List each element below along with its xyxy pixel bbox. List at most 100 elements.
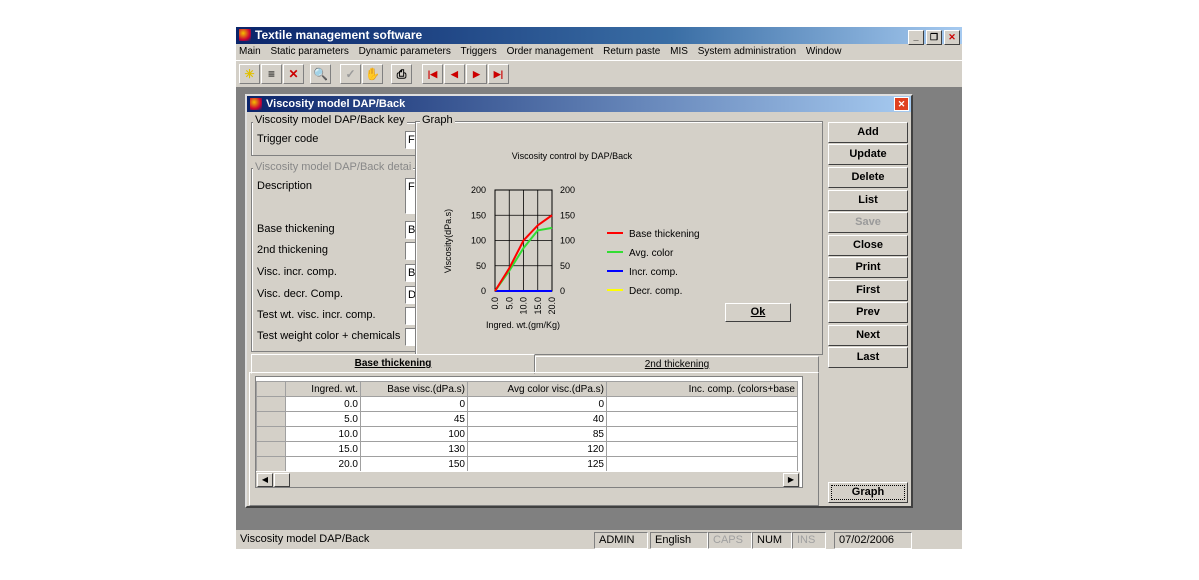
- last-record-icon[interactable]: ▶|: [488, 64, 509, 84]
- cell-base-visc[interactable]: 45: [360, 411, 468, 427]
- preview-icon[interactable]: 🔍: [310, 64, 331, 84]
- tab-base-thickening[interactable]: Base thickening: [251, 354, 535, 374]
- dialog-titlebar: Viscosity model DAP/Back ✕: [247, 96, 911, 112]
- y-tick-label-left: 150: [471, 210, 486, 220]
- y-tick-label-left: 0: [481, 286, 486, 296]
- cell-base-visc[interactable]: 0: [360, 396, 468, 412]
- col-header-ingred-wt[interactable]: Ingred. wt.: [285, 381, 361, 397]
- dialog-close-icon[interactable]: ✕: [894, 97, 909, 111]
- menu-window[interactable]: Window: [806, 46, 842, 57]
- chart-legend: Base thickening Avg. color Incr. comp. Decr…: [607, 229, 700, 297]
- graph-button[interactable]: Graph: [828, 482, 908, 503]
- cell-base-visc[interactable]: 150: [360, 456, 468, 472]
- table-row[interactable]: 20.0 150 125: [256, 456, 798, 472]
- menu-return-paste[interactable]: Return paste: [603, 46, 660, 57]
- add-button[interactable]: Add: [828, 122, 908, 143]
- save-button[interactable]: Save: [828, 212, 908, 233]
- edit-icon[interactable]: ≡: [261, 64, 282, 84]
- print-button[interactable]: Print: [828, 257, 908, 278]
- scroll-right-icon[interactable]: ▶: [783, 473, 799, 487]
- next-button[interactable]: Next: [828, 325, 908, 346]
- menu-main[interactable]: Main: [239, 46, 261, 57]
- test-wt-label: Test wt. visc. incr. comp.: [257, 309, 376, 321]
- cell-base-visc[interactable]: 100: [360, 426, 468, 442]
- scroll-thumb[interactable]: [274, 473, 290, 487]
- row-selector[interactable]: [256, 441, 286, 457]
- cell-ingred-wt[interactable]: 5.0: [285, 411, 361, 427]
- col-header-base-visc[interactable]: Base visc.(dPa.s): [360, 381, 468, 397]
- menu-static-parameters[interactable]: Static parameters: [270, 46, 348, 57]
- x-tick-label: 15.0: [533, 297, 543, 315]
- visc-decr-comp-label: Visc. decr. Comp.: [257, 288, 343, 300]
- status-user: ADMIN: [594, 532, 648, 549]
- last-button[interactable]: Last: [828, 347, 908, 368]
- status-caps: CAPS: [708, 532, 752, 549]
- cell-avg-color-visc[interactable]: 120: [467, 441, 607, 457]
- chart-ylabel: Viscosity(dPa.s): [443, 209, 453, 273]
- stop-hand-icon[interactable]: ✋: [362, 64, 383, 84]
- prev-button[interactable]: Prev: [828, 302, 908, 323]
- cell-avg-color-visc[interactable]: 125: [467, 456, 607, 472]
- cell-inc-comp[interactable]: [606, 456, 798, 472]
- viscosity-dialog: Viscosity model DAP/Back ✕ Viscosity mod…: [245, 94, 913, 508]
- menu-triggers[interactable]: Triggers: [461, 46, 497, 57]
- cell-inc-comp[interactable]: [606, 411, 798, 427]
- delete-icon[interactable]: ✕: [283, 64, 304, 84]
- row-selector[interactable]: [256, 456, 286, 472]
- cell-avg-color-visc[interactable]: 0: [467, 396, 607, 412]
- cell-inc-comp[interactable]: [606, 426, 798, 442]
- close-button[interactable]: Close: [828, 235, 908, 256]
- row-header-corner: [256, 381, 286, 397]
- update-button[interactable]: Update: [828, 144, 908, 165]
- status-num: NUM: [752, 532, 792, 549]
- menu-system-administration[interactable]: System administration: [698, 46, 796, 57]
- x-tick-label: 0.0: [490, 297, 500, 310]
- app-title: Textile management software: [255, 28, 423, 42]
- data-table: Ingred. wt. Base visc.(dPa.s) Avg color …: [256, 381, 798, 472]
- cell-inc-comp[interactable]: [606, 441, 798, 457]
- cell-avg-color-visc[interactable]: 40: [467, 411, 607, 427]
- confirm-icon[interactable]: ✓: [340, 64, 361, 84]
- horizontal-scrollbar[interactable]: ◀ ▶: [256, 471, 800, 487]
- cell-ingred-wt[interactable]: 20.0: [285, 456, 361, 472]
- row-selector[interactable]: [256, 411, 286, 427]
- col-header-inc-comp[interactable]: Inc. comp. (colors+base: [606, 381, 798, 397]
- dialog-title: Viscosity model DAP/Back: [266, 98, 406, 110]
- table-row[interactable]: 10.0 100 85: [256, 426, 798, 442]
- menu-dynamic-parameters[interactable]: Dynamic parameters: [359, 46, 451, 57]
- legend-label: Base thickening: [629, 229, 700, 240]
- table-row[interactable]: 15.0 130 120: [256, 441, 798, 457]
- status-ins: INS: [792, 532, 826, 549]
- minimize-button[interactable]: _: [908, 30, 924, 45]
- cell-ingred-wt[interactable]: 15.0: [285, 441, 361, 457]
- ok-button[interactable]: Ok: [725, 303, 791, 322]
- table-row[interactable]: 5.0 45 40: [256, 411, 798, 427]
- next-record-icon[interactable]: ▶: [466, 64, 487, 84]
- cell-ingred-wt[interactable]: 0.0: [285, 396, 361, 412]
- scroll-left-icon[interactable]: ◀: [257, 473, 273, 487]
- first-button[interactable]: First: [828, 280, 908, 301]
- cell-avg-color-visc[interactable]: 85: [467, 426, 607, 442]
- prev-record-icon[interactable]: ◀: [444, 64, 465, 84]
- printer-icon[interactable]: ⎙: [391, 64, 412, 84]
- row-selector[interactable]: [256, 396, 286, 412]
- new-icon[interactable]: ✳: [239, 64, 260, 84]
- table-row[interactable]: 0.0 0 0: [256, 396, 798, 412]
- tab-2nd-thickening[interactable]: 2nd thickening: [535, 356, 819, 373]
- close-app-button[interactable]: ✕: [944, 30, 960, 45]
- col-header-avg-color-visc[interactable]: Avg color visc.(dPa.s): [467, 381, 607, 397]
- cell-inc-comp[interactable]: [606, 396, 798, 412]
- x-tick-label: 20.0: [547, 297, 557, 315]
- row-selector[interactable]: [256, 426, 286, 442]
- menu-order-management[interactable]: Order management: [507, 46, 594, 57]
- restore-button[interactable]: ❐: [926, 30, 942, 45]
- list-button[interactable]: List: [828, 190, 908, 211]
- app-titlebar: Textile management software _ ❐ ✕: [236, 27, 962, 45]
- menu-mis[interactable]: MIS: [670, 46, 688, 57]
- first-record-icon[interactable]: |◀: [422, 64, 443, 84]
- delete-button[interactable]: Delete: [828, 167, 908, 188]
- cell-base-visc[interactable]: 130: [360, 441, 468, 457]
- base-thickening-label: Base thickening: [257, 223, 335, 235]
- status-language: English: [650, 532, 708, 549]
- cell-ingred-wt[interactable]: 10.0: [285, 426, 361, 442]
